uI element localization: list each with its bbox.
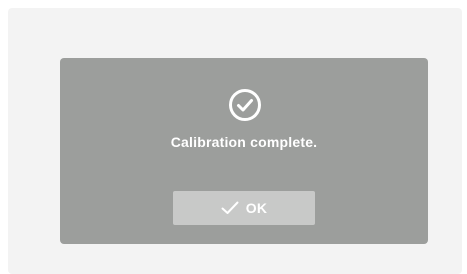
ok-button[interactable]: OK <box>173 191 315 225</box>
checkmark-icon <box>221 201 239 214</box>
calibration-dialog: Calibration complete. OK <box>60 58 428 244</box>
ok-button-label: OK <box>245 200 268 216</box>
check-circle-icon <box>229 89 261 121</box>
dialog-message: Calibration complete. <box>170 134 318 150</box>
screen-background: Calibration complete. OK <box>8 8 462 274</box>
